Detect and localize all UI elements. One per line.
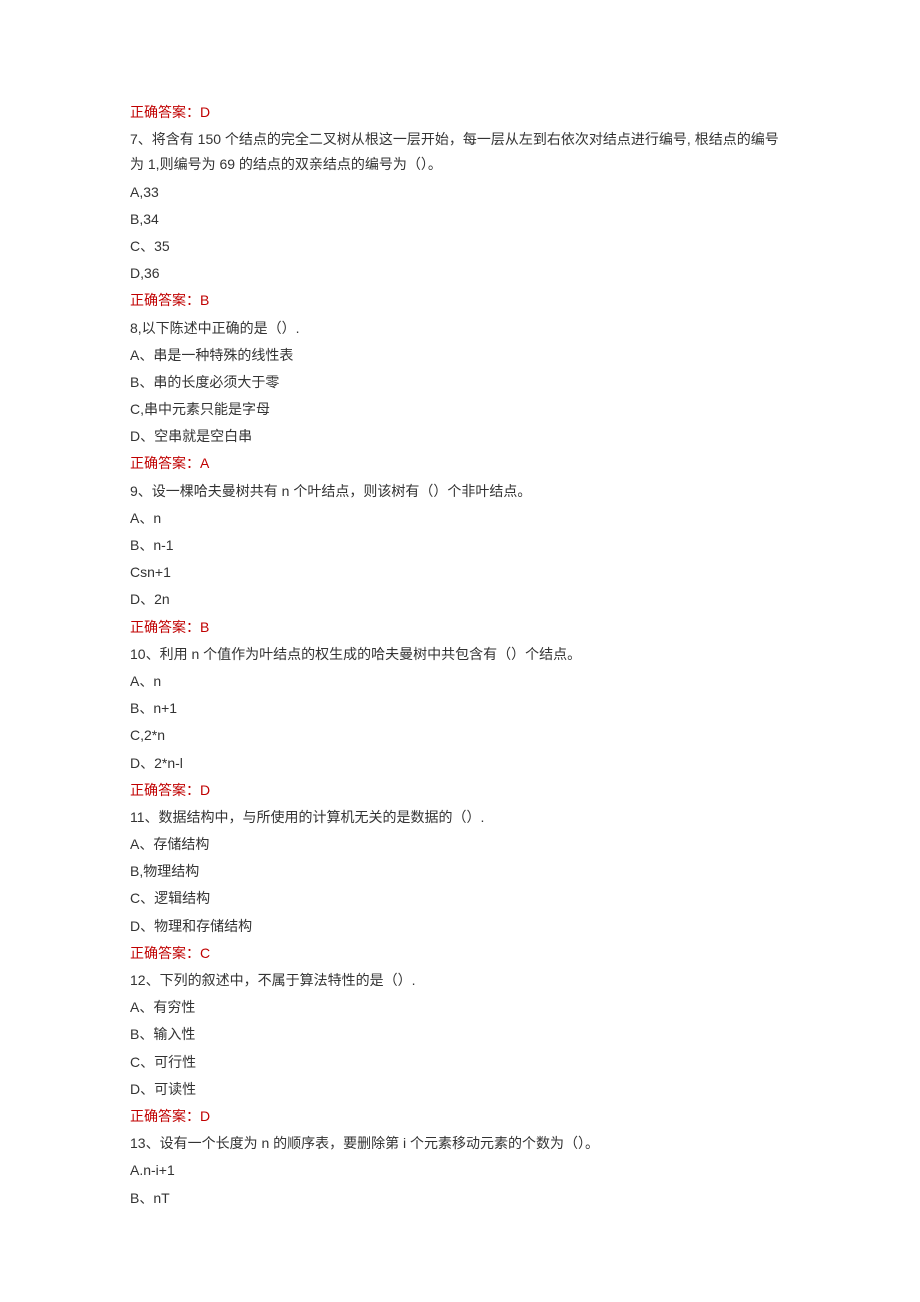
option-text: B、n-1 [130, 533, 790, 558]
question-text: 8,以下陈述中正确的是（）. [130, 316, 790, 341]
option-text: B,物理结构 [130, 859, 790, 884]
option-text: B,34 [130, 207, 790, 232]
question-text: 7、将含有 150 个结点的完全二叉树从根这一层开始，每一层从左到右依次对结点进… [130, 127, 790, 177]
option-text: A,33 [130, 180, 790, 205]
option-text: B、nT [130, 1186, 790, 1211]
option-text: B、输入性 [130, 1022, 790, 1047]
answer-line: 正确答案：D [130, 1104, 790, 1129]
option-text: A、n [130, 669, 790, 694]
option-text: B、n+1 [130, 696, 790, 721]
option-text: D、空串就是空白串 [130, 424, 790, 449]
question-text: 13、设有一个长度为 n 的顺序表，要删除第 i 个元素移动元素的个数为（）。 [130, 1131, 790, 1156]
question-text: 9、设一棵哈夫曼树共有 n 个叶结点，则该树有（）个非叶结点。 [130, 479, 790, 504]
answer-line: 正确答案：C [130, 941, 790, 966]
option-text: D、可读性 [130, 1077, 790, 1102]
option-text: C、35 [130, 234, 790, 259]
answer-line: 正确答案：B [130, 288, 790, 313]
question-text: 11、数据结构中，与所使用的计算机无关的是数据的（）. [130, 805, 790, 830]
option-text: A、有穷性 [130, 995, 790, 1020]
question-text: 10、利用 n 个值作为叶结点的权生成的哈夫曼树中共包含有（）个结点。 [130, 642, 790, 667]
option-text: A.n-i+1 [130, 1158, 790, 1183]
option-text: D、物理和存储结构 [130, 914, 790, 939]
option-text: B、串的长度必须大于零 [130, 370, 790, 395]
document-content: 正确答案：D7、将含有 150 个结点的完全二叉树从根这一层开始，每一层从左到右… [130, 100, 790, 1211]
answer-line: 正确答案：D [130, 100, 790, 125]
option-text: D,36 [130, 261, 790, 286]
option-text: D、2n [130, 587, 790, 612]
option-text: C、逻辑结构 [130, 886, 790, 911]
answer-line: 正确答案：B [130, 615, 790, 640]
option-text: C,2*n [130, 723, 790, 748]
answer-line: 正确答案：D [130, 778, 790, 803]
question-text: 12、下列的叙述中，不属于算法特性的是（）. [130, 968, 790, 993]
option-text: C、可行性 [130, 1050, 790, 1075]
answer-line: 正确答案：A [130, 451, 790, 476]
option-text: A、存储结构 [130, 832, 790, 857]
option-text: D、2*n-l [130, 751, 790, 776]
option-text: C,串中元素只能是字母 [130, 397, 790, 422]
option-text: A、n [130, 506, 790, 531]
option-text: A、串是一种特殊的线性表 [130, 343, 790, 368]
option-text: Csn+1 [130, 560, 790, 585]
